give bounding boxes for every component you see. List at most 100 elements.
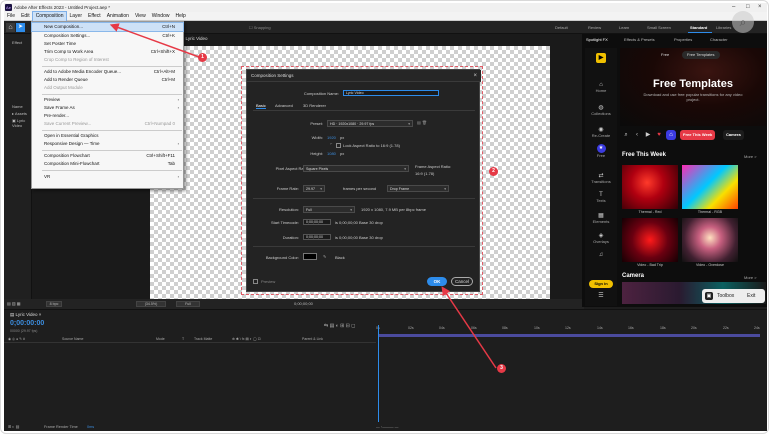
nav-collections[interactable]: ◍ Collections bbox=[585, 104, 617, 116]
nav-elements[interactable]: ▦ Elements bbox=[585, 212, 617, 224]
workspace-libraries[interactable]: Libraries bbox=[716, 21, 731, 34]
work-area-bar[interactable] bbox=[378, 334, 760, 337]
nav-texts[interactable]: T Texts bbox=[585, 192, 617, 203]
menu-item-set-poster-time[interactable]: Set Poster Time bbox=[32, 40, 183, 48]
name-column-header[interactable]: Name bbox=[12, 104, 23, 109]
frame-rate-select[interactable]: 29.97 ▾ bbox=[303, 185, 325, 192]
minimize-icon[interactable]: – bbox=[732, 3, 735, 12]
nav-music[interactable]: ♫ bbox=[585, 252, 617, 258]
menu-item-add-render-queue[interactable]: Add to Render Queue Ctrl+M bbox=[32, 76, 183, 84]
nav-home[interactable]: ⌂ Home bbox=[585, 82, 617, 93]
duration-input[interactable]: 0;00;00;00 bbox=[303, 234, 331, 240]
workspace-default[interactable]: Default bbox=[555, 21, 568, 34]
menu-help[interactable]: Help bbox=[172, 12, 188, 21]
cancel-button[interactable]: Cancel bbox=[451, 277, 473, 286]
nav-transitions[interactable]: ⇄ Transitions bbox=[585, 172, 617, 184]
thumbnail-overdose[interactable] bbox=[682, 218, 738, 262]
toolbox-button[interactable]: Toolbox bbox=[717, 289, 734, 303]
zoom-slider[interactable]: — ◦——— — bbox=[376, 422, 398, 431]
menu-item-pre-render[interactable]: Pre-render... bbox=[32, 112, 183, 120]
current-time[interactable]: 0;00:00:00 bbox=[10, 320, 44, 327]
tab-basic[interactable]: Basic bbox=[256, 103, 266, 109]
timeline-switch-icons[interactable]: ⇆ ▤ ◐ ⊞ ⊟ ◻ bbox=[324, 323, 355, 329]
column-t[interactable]: T bbox=[182, 337, 184, 341]
tab-advanced[interactable]: Advanced bbox=[275, 103, 293, 108]
menu-item-trim-comp[interactable]: Trim Comp to Work Area Ctrl+Shift+X bbox=[32, 48, 183, 56]
menu-item-responsive-design[interactable]: Responsive Design — Time › bbox=[32, 140, 183, 148]
playhead[interactable] bbox=[378, 325, 379, 422]
menu-layer[interactable]: Layer bbox=[66, 12, 85, 21]
more-link[interactable]: More > bbox=[744, 154, 757, 159]
height-value[interactable]: 1080 bbox=[327, 151, 336, 156]
sign-in-button[interactable]: Sign in bbox=[589, 280, 613, 288]
close-icon[interactable]: × bbox=[758, 3, 762, 12]
tab-character[interactable]: Character bbox=[710, 37, 728, 42]
menu-window[interactable]: Window bbox=[149, 12, 173, 21]
menu-item-composition-flowchart[interactable]: Composition Flowchart Ctrl+Shift+F11 bbox=[32, 152, 183, 160]
effect-tab[interactable]: Effect bbox=[12, 40, 22, 45]
project-footer-icons[interactable]: ▤ ▥ ▦ bbox=[7, 299, 21, 309]
menu-item-vr[interactable]: VR › bbox=[32, 173, 183, 181]
column-source-name[interactable]: Source Name bbox=[62, 337, 83, 341]
menu-item-save-frame-as[interactable]: Save Frame As › bbox=[32, 104, 183, 112]
search-icon[interactable]: ⌕ bbox=[732, 11, 754, 33]
play-icon[interactable]: ▶ bbox=[644, 131, 652, 139]
footer-icons[interactable]: ⊞ ◐ ▤ bbox=[8, 422, 19, 431]
column-parent-link[interactable]: Parent & Link bbox=[302, 337, 323, 341]
background-color-swatch[interactable] bbox=[303, 253, 317, 260]
lock-aspect-checkbox[interactable] bbox=[336, 143, 341, 148]
tab-3d-renderer[interactable]: 3D Renderer bbox=[303, 103, 326, 108]
timeline-tab[interactable]: ▤ Lyric Video × bbox=[10, 312, 41, 318]
home-icon[interactable]: ⌂ bbox=[6, 23, 15, 32]
menu-item-add-media-encoder[interactable]: Add to Adobe Media Encoder Queue... Ctrl+… bbox=[32, 68, 183, 76]
back-icon[interactable]: ‹ bbox=[633, 131, 641, 139]
menu-file[interactable]: File bbox=[4, 12, 18, 21]
project-item-assets[interactable]: ▸ Assets bbox=[12, 111, 27, 116]
nav-overlays[interactable]: ◈ Overlays bbox=[585, 232, 617, 244]
menu-edit[interactable]: Edit bbox=[18, 12, 33, 21]
exit-button[interactable]: Exit bbox=[747, 289, 755, 303]
pill-free[interactable]: Free bbox=[656, 51, 674, 59]
pixel-aspect-select[interactable]: Square Pixels ▾ bbox=[303, 165, 409, 172]
column-mode[interactable]: Mode bbox=[156, 337, 165, 341]
width-value[interactable]: 1920 bbox=[327, 135, 336, 140]
tab-effects-presets[interactable]: Effects & Presets bbox=[624, 37, 655, 42]
close-icon[interactable]: × bbox=[473, 70, 477, 82]
drop-frame-select[interactable]: Drop Frame ▾ bbox=[387, 185, 449, 192]
tab-properties[interactable]: Properties bbox=[674, 37, 692, 42]
preset-save-delete-icons[interactable]: ▤ 🗑 bbox=[417, 120, 427, 125]
viewer-timecode[interactable]: 0;00;00;00 bbox=[294, 299, 313, 309]
workspace-review[interactable]: Review bbox=[588, 21, 601, 34]
preset-select[interactable]: HD · 1920x1080 · 29.97 fps ▾ bbox=[327, 120, 413, 127]
menu-icon[interactable]: ☰ bbox=[585, 292, 617, 299]
menu-item-composition-settings[interactable]: Composition Settings... Ctrl+K bbox=[32, 32, 183, 40]
menu-item-preview[interactable]: Preview › bbox=[32, 96, 183, 104]
menu-item-open-essential-graphics[interactable]: Open in Essential Graphics bbox=[32, 132, 183, 140]
search-icon[interactable]: ⌕ bbox=[622, 131, 630, 139]
start-timecode-input[interactable]: 0;00;00;00 bbox=[303, 219, 331, 225]
column-track-matte[interactable]: Track Matte bbox=[194, 337, 212, 341]
viewer-tab[interactable]: ▸ Lyric Video bbox=[182, 36, 208, 42]
menu-item-new-composition[interactable]: New Composition... Ctrl+N bbox=[31, 22, 184, 32]
menu-animation[interactable]: Animation bbox=[104, 12, 132, 21]
menu-effect[interactable]: Effect bbox=[85, 12, 104, 21]
menu-item-composition-mini-flowchart[interactable]: Composition Mini-Flowchart Tab bbox=[32, 160, 183, 168]
chip-camera[interactable]: Camera bbox=[723, 130, 744, 140]
eyedropper-icon[interactable]: ✎ bbox=[323, 254, 326, 259]
ok-button[interactable]: OK bbox=[427, 277, 447, 286]
resolution-select[interactable]: Full ▾ bbox=[303, 206, 355, 213]
selection-tool-icon[interactable]: ➤ bbox=[16, 23, 25, 32]
nav-free[interactable]: ★ Free bbox=[585, 144, 617, 158]
zoom-select[interactable]: (34.5%) bbox=[136, 301, 166, 307]
thumbnail-thermal-rgb[interactable] bbox=[682, 165, 738, 209]
pill-free-templates[interactable]: Free Templates bbox=[682, 51, 720, 59]
thumbnail-bad-trip[interactable] bbox=[622, 218, 678, 262]
more-link[interactable]: More > bbox=[744, 275, 757, 280]
nav-recreate[interactable]: ◉ Re-Create bbox=[585, 126, 617, 138]
menu-view[interactable]: View bbox=[132, 12, 149, 21]
workspace-small-screen[interactable]: Small Screen bbox=[647, 21, 671, 34]
project-item-lyric-video[interactable]: ▣ Lyric Video bbox=[12, 118, 31, 128]
preview-checkbox[interactable] bbox=[253, 279, 258, 284]
home-icon[interactable]: ⌂ bbox=[666, 130, 676, 140]
snapping-toggle[interactable]: ☐ Snapping bbox=[249, 22, 271, 33]
